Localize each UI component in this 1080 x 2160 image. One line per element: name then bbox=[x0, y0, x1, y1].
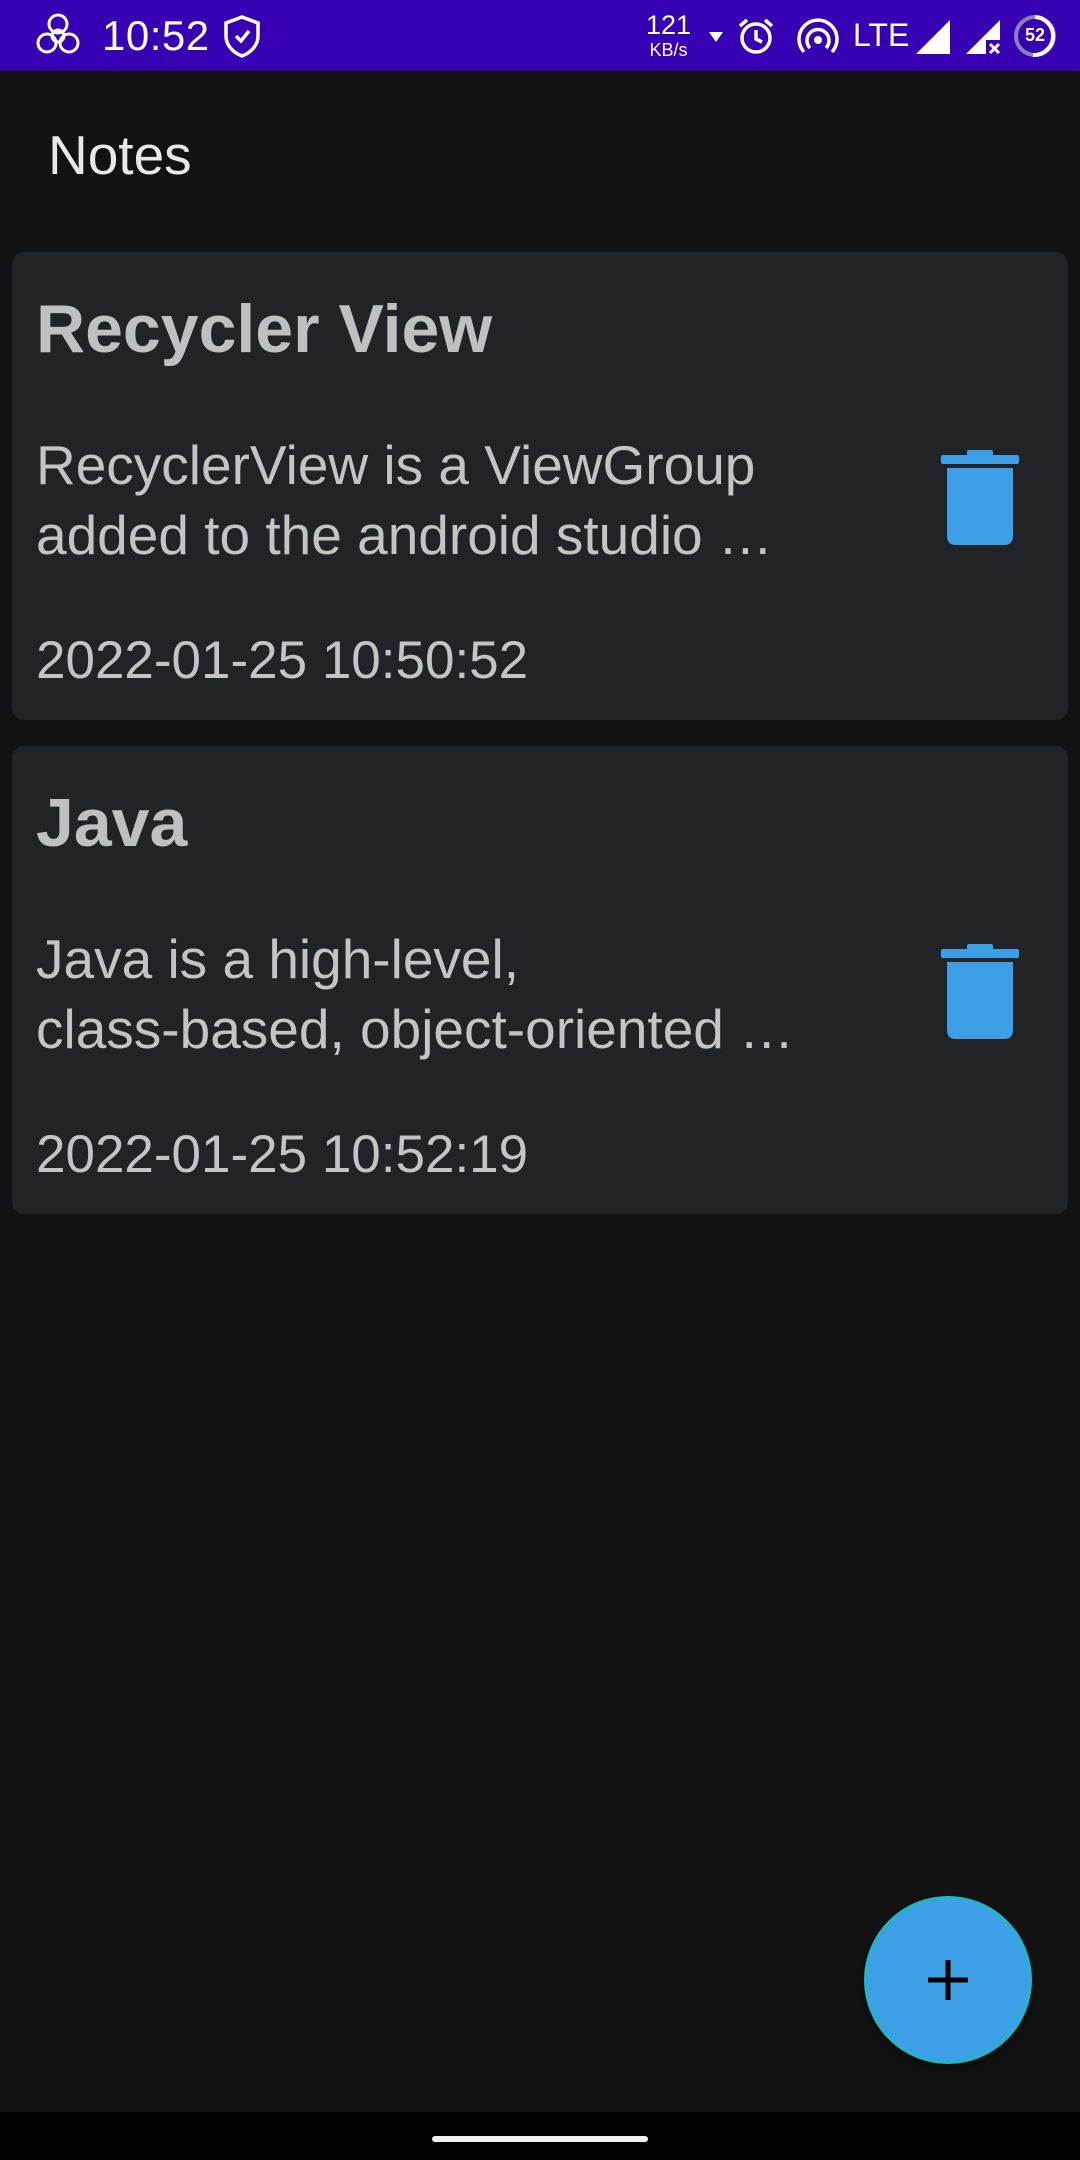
status-time: 10:52 bbox=[102, 11, 210, 59]
download-arrow-icon bbox=[706, 0, 726, 71]
page-title: Notes bbox=[48, 124, 192, 186]
note-date: 2022-01-25 10:50:52 bbox=[36, 631, 529, 690]
add-note-button[interactable] bbox=[864, 1896, 1032, 2064]
delete-button[interactable] bbox=[918, 436, 1042, 560]
signal-no-data-icon bbox=[962, 0, 1002, 71]
hotspot-icon bbox=[796, 0, 840, 71]
alarm-icon bbox=[734, 0, 778, 71]
app-bar: Notes bbox=[0, 71, 1080, 247]
network-type: LTE bbox=[853, 17, 910, 53]
plus-icon bbox=[928, 1960, 968, 2000]
signal-icon bbox=[912, 0, 952, 71]
delete-button[interactable] bbox=[918, 930, 1042, 1054]
note-card[interactable]: Recycler View RecyclerView is a ViewGrou… bbox=[12, 252, 1068, 720]
biohazard-icon bbox=[32, 0, 84, 71]
note-body-line: added to the android studio … bbox=[36, 504, 773, 566]
note-body: Java is a high-level, class-based, objec… bbox=[36, 924, 866, 1064]
net-speed-value: 121 bbox=[646, 10, 692, 40]
net-speed: 121 KB/s bbox=[646, 0, 691, 71]
battery-icon: 52 bbox=[1012, 0, 1058, 71]
screen: 10:52 121 KB/s LTE 52 Notes Recycler Vie… bbox=[0, 0, 1080, 2160]
trash-icon bbox=[941, 450, 1019, 545]
navigation-bar bbox=[0, 2112, 1080, 2160]
note-body-line: Java is a high-level, bbox=[36, 928, 520, 990]
note-title: Recycler View bbox=[36, 291, 493, 367]
note-body: RecyclerView is a ViewGroup added to the… bbox=[36, 430, 866, 570]
status-bar: 10:52 121 KB/s LTE 52 bbox=[0, 0, 1080, 71]
shield-icon bbox=[222, 0, 262, 71]
note-body-line: class-based, object-oriented … bbox=[36, 998, 795, 1060]
note-card[interactable]: Java Java is a high-level, class-based, … bbox=[12, 746, 1068, 1214]
net-speed-unit: KB/s bbox=[649, 40, 688, 60]
note-title: Java bbox=[36, 785, 188, 861]
note-body-line: RecyclerView is a ViewGroup bbox=[36, 434, 756, 496]
note-date: 2022-01-25 10:52:19 bbox=[36, 1125, 529, 1184]
battery-level: 52 bbox=[1024, 25, 1046, 45]
trash-icon bbox=[941, 944, 1019, 1039]
home-gesture-handle[interactable] bbox=[432, 2136, 648, 2142]
